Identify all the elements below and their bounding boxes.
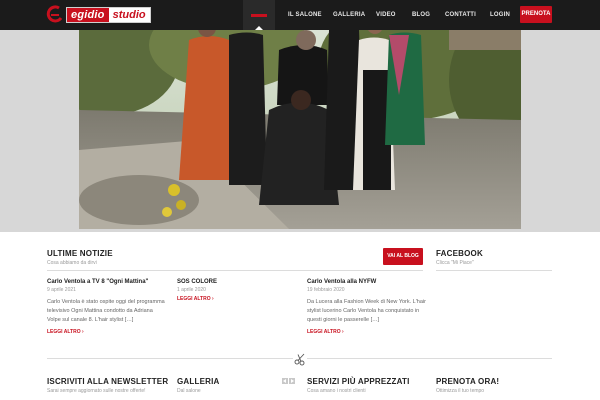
nav-item-contatti[interactable]: CONTATTI [445, 0, 476, 30]
services-subtitle: Cosa amano i nostri clienti [307, 388, 366, 394]
nav-item-blog[interactable]: BLOG [412, 0, 430, 30]
go-to-blog-button[interactable]: VAI AL BLOG [383, 248, 423, 265]
hero-banner [0, 0, 600, 232]
news-subtitle: Cosa abbiamo da dirvi [47, 260, 97, 266]
news-post: Carlo Ventola alla NYFW 19 febbraio 2020… [307, 279, 427, 335]
facebook-title: FACEBOOK [436, 249, 483, 258]
booking-title: PRENOTA ORA! [436, 377, 500, 386]
read-more-link[interactable]: LEGGI ALTRO › [307, 329, 427, 335]
top-navbar: egidio studio IL SALONE GALLERIA VIDEO B… [0, 0, 600, 30]
newsletter-subtitle: Sarai sempre aggiornato sulle nostre off… [47, 388, 146, 394]
news-title: ULTIME NOTIZIE [47, 249, 113, 258]
post-excerpt: Carlo Ventola è stato ospite oggi del pr… [47, 299, 165, 323]
post-date: 9 aprile 2021 [47, 287, 76, 293]
newsletter-header: ISCRIVITI ALLA NEWSLETTER Sarai sempre a… [47, 377, 168, 394]
services-header: SERVIZI PIÙ APPREZZATI Cosa amano i nost… [307, 377, 410, 394]
post-title[interactable]: Carlo Ventola a TV 8 "Ogni Mattina" [47, 279, 167, 285]
nav-item-il-salone[interactable]: IL SALONE [288, 0, 322, 30]
read-more-link[interactable]: LEGGI ALTRO › [47, 329, 167, 335]
logo-word-egidio: egidio [67, 8, 109, 22]
hero-photo [79, 0, 521, 229]
post-excerpt: Da Lucera alla Fashion Week di New York.… [307, 299, 426, 323]
news-divider [47, 270, 423, 271]
services-title: SERVIZI PIÙ APPREZZATI [307, 377, 410, 386]
news-header: ULTIME NOTIZIE Cosa abbiamo da dirvi [47, 249, 113, 266]
arrow-left-icon[interactable] [282, 378, 288, 384]
gallery-title: GALLERIA [177, 377, 220, 386]
nav-item-galleria[interactable]: GALLERIA [333, 0, 365, 30]
facebook-header: FACEBOOK Clicca "Mi Piace" [436, 249, 483, 266]
gallery-subtitle: Dal salone [177, 388, 201, 394]
nav-item-login[interactable]: LOGIN [490, 0, 510, 30]
brand-logo[interactable]: egidio studio [46, 4, 151, 26]
booking-header: PRENOTA ORA! Ottimizza il tuo tempo [436, 377, 499, 394]
news-post: SOS COLORE 1 aprile 2020 LEGGI ALTRO › [177, 279, 297, 302]
nav-home-button[interactable] [243, 0, 275, 30]
post-date: 1 aprile 2020 [177, 287, 206, 293]
gallery-arrows [282, 378, 295, 384]
active-indicator-icon [255, 26, 263, 30]
post-date: 19 febbraio 2020 [307, 287, 345, 293]
post-title[interactable]: SOS COLORE [177, 279, 297, 285]
home-bar-icon [251, 14, 267, 17]
facebook-subtitle: Clicca "Mi Piace" [436, 260, 474, 266]
logo-wordmark: egidio studio [66, 7, 151, 23]
facebook-divider [436, 270, 552, 271]
scissors-icon [293, 352, 307, 366]
logo-word-studio: studio [108, 8, 150, 22]
news-post: Carlo Ventola a TV 8 "Ogni Mattina" 9 ap… [47, 279, 167, 335]
booking-subtitle: Ottimizza il tuo tempo [436, 388, 485, 394]
gallery-header: GALLERIA Dal salone [177, 377, 220, 394]
newsletter-title: ISCRIVITI ALLA NEWSLETTER [47, 377, 169, 386]
prenota-button[interactable]: PRENOTA [520, 6, 552, 23]
logo-mark-icon [46, 5, 64, 25]
read-more-link[interactable]: LEGGI ALTRO › [177, 296, 297, 302]
nav-item-video[interactable]: VIDEO [376, 0, 396, 30]
arrow-right-icon[interactable] [289, 378, 295, 384]
post-title[interactable]: Carlo Ventola alla NYFW [307, 279, 427, 285]
